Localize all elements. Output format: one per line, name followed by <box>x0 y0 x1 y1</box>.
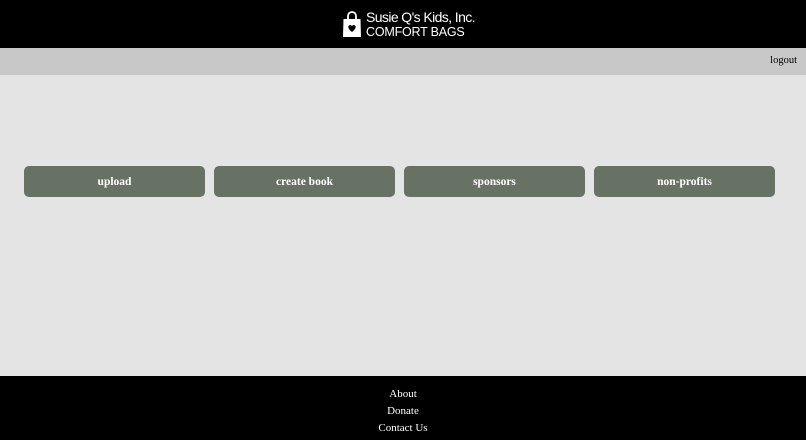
upload-button[interactable]: upload <box>24 166 205 197</box>
brand-logo[interactable]: Susie Q's Kids, Inc. COMFORT BAGS <box>342 8 476 40</box>
shopping-bag-heart-icon <box>343 11 361 37</box>
create-book-button[interactable]: create book <box>214 166 395 197</box>
brand-name: Susie Q's Kids, Inc. <box>366 8 476 25</box>
sponsors-button[interactable]: sponsors <box>404 166 585 197</box>
site-header: Susie Q's Kids, Inc. COMFORT BAGS <box>0 0 806 48</box>
logout-link[interactable]: logout <box>770 55 797 66</box>
footer-link-contact-us[interactable]: Contact Us <box>0 422 806 434</box>
footer-link-donate[interactable]: Donate <box>0 405 806 417</box>
site-footer: About Donate Contact Us <box>0 376 806 440</box>
footer-link-about[interactable]: About <box>0 388 806 400</box>
top-bar: logout <box>0 48 806 75</box>
brand-text: Susie Q's Kids, Inc. COMFORT BAGS <box>366 8 476 39</box>
brand-tagline: COMFORT BAGS <box>366 24 465 39</box>
non-profits-button[interactable]: non-profits <box>594 166 775 197</box>
